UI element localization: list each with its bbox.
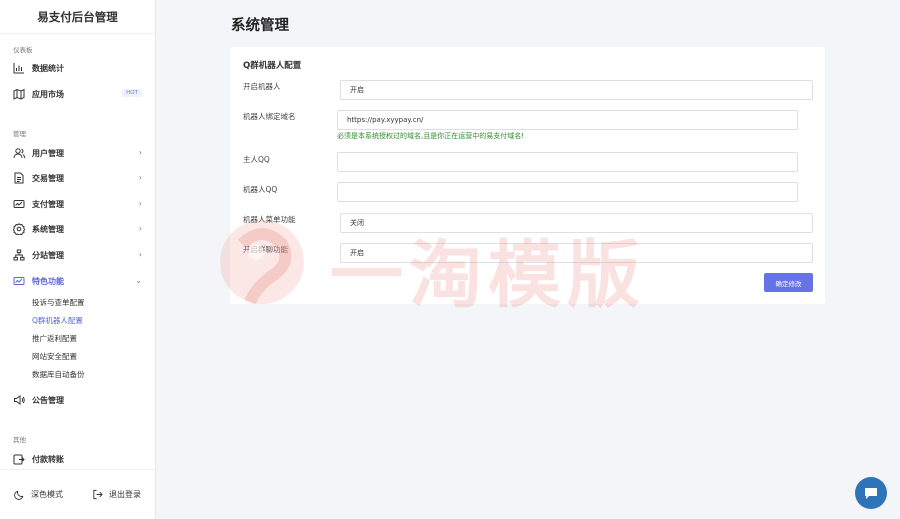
bot-domain-input[interactable]: https://pay.xyypay.cn/: [337, 110, 798, 130]
page-title: 系统管理: [231, 18, 289, 34]
chevron-down-icon: ⌄: [135, 276, 142, 285]
bot-menu-select[interactable]: 关闭: [340, 213, 813, 233]
sidebar-item-label: 特色功能: [32, 276, 64, 286]
sidebar-item-label: 分站管理: [32, 250, 64, 260]
bot-qq-input[interactable]: [337, 182, 798, 202]
logout-label: 退出登录: [109, 490, 141, 499]
hot-badge: HOT: [122, 89, 142, 97]
dark-mode-label: 深色模式: [31, 490, 63, 499]
sidebar-item-label: 用户管理: [32, 148, 64, 158]
chevron-right-icon: ›: [138, 250, 142, 259]
sidebar-item-market[interactable]: 应用市场 HOT: [0, 84, 155, 104]
master-qq-label: 主人QQ: [243, 155, 270, 164]
sidebar-item-users[interactable]: 用户管理 ›: [0, 143, 155, 163]
users-icon: [13, 147, 25, 159]
sidebar-item-label: 公告管理: [32, 395, 64, 405]
sidebar-item-label: 应用市场: [32, 89, 64, 99]
sub-item-db-backup[interactable]: 数据库自动备份: [32, 369, 85, 380]
chat-icon: [865, 488, 877, 499]
sidebar: 易支付后台管理 仪表板 数据统计 应用市场 HOT 管理 用户管理 › 交易管理…: [0, 0, 156, 519]
sidebar-item-label: 交易管理: [32, 173, 64, 183]
card-icon: [13, 198, 25, 210]
bot-menu-label: 机器人菜单功能: [243, 215, 296, 224]
dark-mode-button[interactable]: 深色模式: [14, 489, 63, 500]
chevron-right-icon: ›: [138, 199, 142, 208]
speaker-icon: [13, 394, 25, 406]
chevron-right-icon: ›: [138, 224, 142, 233]
chart-card-icon: [13, 275, 25, 287]
sitemap-icon: [13, 249, 25, 261]
section-label-manage: 管理: [13, 130, 26, 138]
sidebar-item-notice[interactable]: 公告管理: [0, 390, 155, 410]
bot-domain-label: 机器人绑定域名: [243, 112, 296, 121]
sidebar-item-label: 支付管理: [32, 199, 64, 209]
sidebar-item-pay[interactable]: 支付管理 ›: [0, 194, 155, 214]
gear-icon: [13, 223, 25, 235]
sidebar-item-trade[interactable]: 交易管理 ›: [0, 168, 155, 188]
master-qq-input[interactable]: [337, 152, 798, 172]
moon-icon: [14, 490, 24, 500]
sidebar-item-substation[interactable]: 分站管理 ›: [0, 245, 155, 265]
sidebar-item-transfer[interactable]: 付款转账: [0, 449, 155, 469]
sidebar-item-label: 数据统计: [32, 63, 64, 73]
logout-icon: [93, 489, 103, 500]
logout-button[interactable]: 退出登录: [92, 489, 141, 500]
sub-item-promotion[interactable]: 推广返利配置: [32, 333, 77, 344]
sidebar-item-features[interactable]: 特色功能 ⌄: [0, 271, 155, 291]
bot-enable-label: 开启机器人: [243, 82, 281, 91]
sidebar-item-label: 系统管理: [32, 224, 64, 234]
sub-item-qq-bot[interactable]: Q群机器人配置: [32, 315, 83, 326]
wallet-icon: [13, 453, 25, 465]
sub-item-security[interactable]: 网站安全配置: [32, 351, 77, 362]
sidebar-item-stats[interactable]: 数据统计: [0, 58, 155, 78]
bot-domain-hint: 必须是本系统授权过的域名,且是你正在运营中的易支付域名!: [337, 132, 525, 140]
submit-button[interactable]: 确定修改: [764, 273, 813, 292]
bot-enable-select[interactable]: 开启: [340, 80, 813, 100]
chevron-right-icon: ›: [138, 148, 142, 157]
map-icon: [13, 88, 25, 100]
document-icon: [13, 172, 25, 184]
bot-qq-label: 机器人QQ: [243, 185, 278, 194]
sub-item-complaint[interactable]: 投诉与查单配置: [32, 297, 85, 308]
section-label-dashboard: 仪表板: [13, 46, 33, 54]
chevron-right-icon: ›: [138, 173, 142, 182]
sidebar-footer: 深色模式 退出登录: [0, 469, 155, 519]
bar-chart-icon: [13, 62, 25, 74]
card-title: Q群机器人配置: [243, 61, 302, 71]
chat-button[interactable]: [855, 477, 887, 509]
brand-title: 易支付后台管理: [0, 0, 155, 34]
sidebar-item-system[interactable]: 系统管理 ›: [0, 219, 155, 239]
group-chat-select[interactable]: 开启: [340, 243, 813, 263]
bot-config-card: Q群机器人配置 开启机器人 开启 机器人绑定域名 https://pay.xyy…: [230, 47, 825, 304]
sidebar-item-label: 付款转账: [32, 454, 64, 464]
group-chat-label: 开启群聊功能: [243, 245, 288, 254]
section-label-other: 其他: [13, 436, 26, 444]
